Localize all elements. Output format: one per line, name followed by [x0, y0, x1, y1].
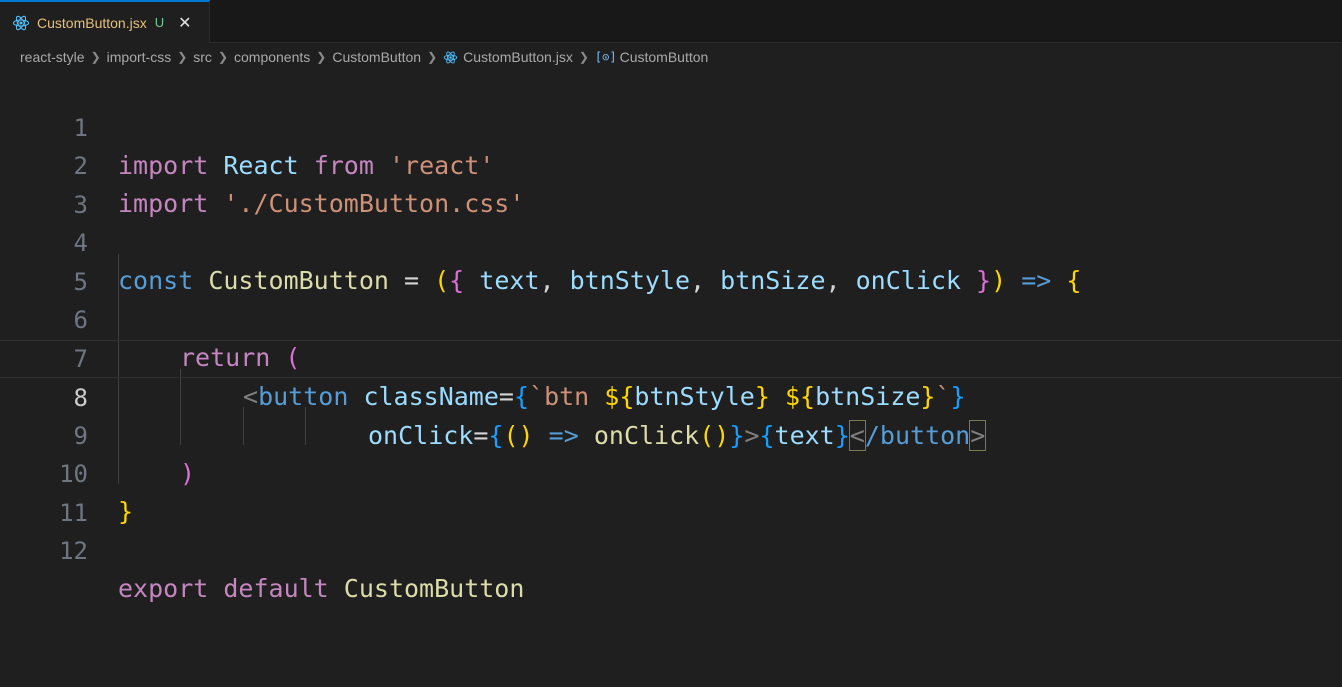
- tab-label: CustomButton.jsx: [37, 14, 147, 31]
- code-line: 12 export default CustomButton: [0, 494, 1342, 603]
- breadcrumb-item[interactable]: components: [234, 49, 310, 65]
- breadcrumb: react-style ❯ import-css ❯ src ❯ compone…: [0, 43, 1342, 71]
- breadcrumb-item[interactable]: import-css: [107, 49, 172, 65]
- react-icon: [12, 15, 30, 30]
- code-line: 11: [0, 456, 1342, 527]
- react-icon: [443, 51, 458, 63]
- breadcrumb-item: CustomButton.jsx: [463, 49, 573, 65]
- chevron-right-icon: ❯: [90, 50, 101, 64]
- code-line: 6 return (: [0, 263, 1342, 372]
- chevron-right-icon: ❯: [316, 50, 327, 64]
- code-text: export default CustomButton: [118, 574, 525, 603]
- breadcrumb-item[interactable]: react-style: [20, 49, 85, 65]
- untracked-badge: U: [154, 15, 165, 30]
- chevron-right-icon: ❯: [427, 50, 438, 64]
- code-line: 2 import './CustomButton.css': [0, 109, 1342, 218]
- tab-custombutton-jsx[interactable]: CustomButton.jsx U ✕: [0, 0, 210, 43]
- breadcrumb-file[interactable]: CustomButton.jsx: [443, 49, 573, 65]
- chevron-right-icon: ❯: [217, 50, 228, 64]
- chevron-right-icon: ❯: [177, 50, 188, 64]
- code-line: 5: [0, 225, 1342, 296]
- code-line: 10 }: [0, 417, 1342, 526]
- breadcrumb-item: CustomButton: [619, 49, 709, 65]
- code-line: 7 <button className={`btn ${btnStyle} ${…: [0, 302, 1342, 411]
- code-line: 1 import React from 'react': [0, 71, 1342, 180]
- tab-bar: CustomButton.jsx U ✕: [0, 0, 1342, 43]
- code-line: 4 const CustomButton = ({ text, btnStyle…: [0, 186, 1342, 295]
- code-line: 9 ): [0, 379, 1342, 488]
- code-editor[interactable]: 1 import React from 'react' 2 import './…: [0, 71, 1342, 687]
- breadcrumb-symbol[interactable]: [⊙] CustomButton: [595, 49, 708, 65]
- symbol-constant-icon: [⊙]: [594, 50, 617, 64]
- code-line-current: 8 onClick={() => onClick()}>{text}</butt…: [0, 340, 1342, 451]
- line-number: 12: [59, 537, 88, 565]
- close-icon[interactable]: ✕: [178, 13, 191, 32]
- breadcrumb-item[interactable]: src: [193, 49, 212, 65]
- code-line: 3: [0, 148, 1342, 219]
- breadcrumb-item[interactable]: CustomButton: [332, 49, 421, 65]
- chevron-right-icon: ❯: [578, 50, 589, 64]
